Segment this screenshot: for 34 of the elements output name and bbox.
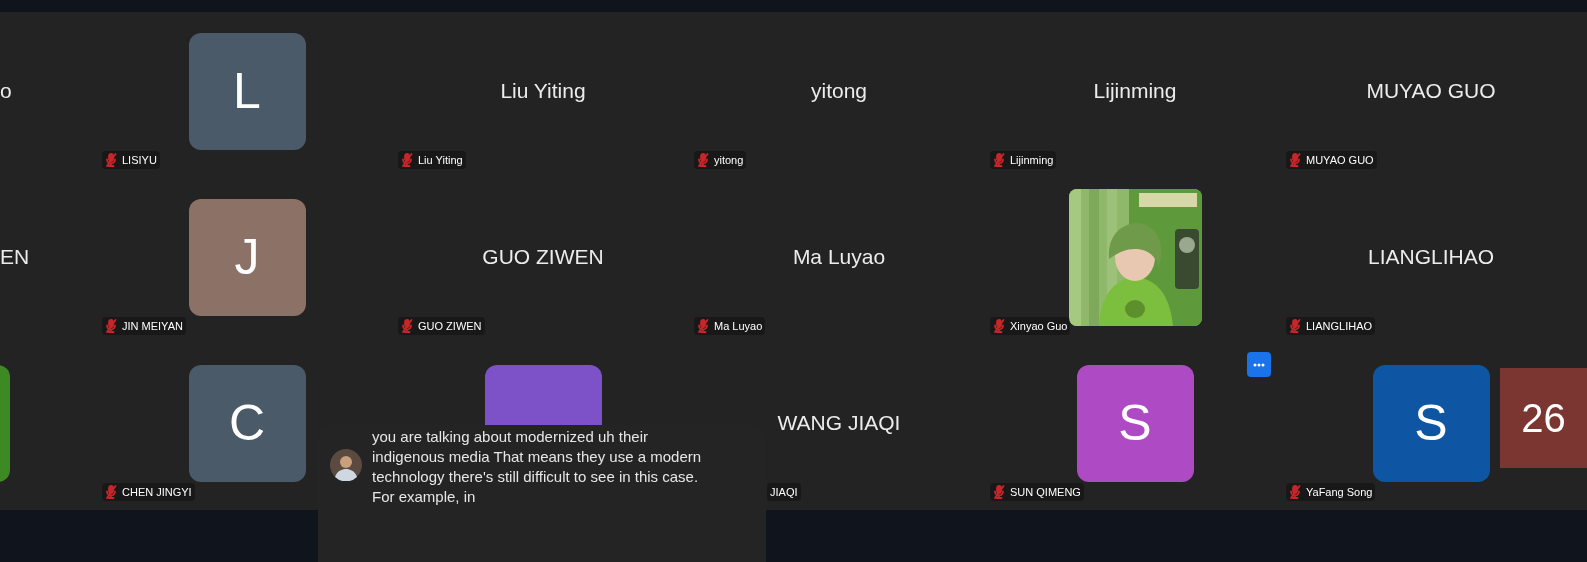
name-label: SUN QIMENG	[1010, 484, 1081, 500]
name-label: Xinyao Guo	[1010, 318, 1068, 334]
participant-name: Lijinming	[1093, 78, 1177, 105]
avatar: C	[188, 364, 306, 482]
name-label: Lijinming	[1010, 152, 1054, 168]
caption-text: you are talking about modernized uh their indigenous media That means they use a modern technology there's still difficult to see in this case. For example, in	[372, 427, 703, 507]
name-label: yitong	[714, 152, 744, 168]
name-label: LIANGLIHAO	[1306, 318, 1373, 334]
participant-name: Ma Luyao	[792, 244, 886, 271]
slide-number: 26	[1500, 368, 1587, 468]
name-label: YaFang Song	[1306, 484, 1373, 500]
avatar: S	[1372, 364, 1490, 482]
participant-name: o	[0, 78, 12, 105]
participant-name: yitong	[810, 78, 867, 105]
name-label: JIAQI	[770, 484, 798, 500]
participant-name: GUO ZIWEN	[482, 244, 604, 271]
participant-name: EN	[0, 244, 30, 271]
name-label: Ma Luyao	[714, 318, 763, 334]
avatar: S	[1076, 364, 1194, 482]
participant-name: WANG JIAQI	[777, 410, 901, 437]
speaker-avatar	[330, 449, 362, 481]
avatar: J	[188, 198, 306, 316]
name-label: CHEN JINGYI	[122, 484, 192, 500]
participant-name: Liu Yiting	[500, 78, 586, 105]
participant-name: LIANGLIHAO	[1367, 244, 1494, 271]
more-icon	[1253, 362, 1265, 367]
name-label: LISIYU	[122, 152, 157, 168]
participant-name: MUYAO GUO	[1366, 78, 1496, 105]
name-label: Liu Yiting	[418, 152, 463, 168]
avatar: L	[188, 32, 306, 150]
name-label: JIN MEIYAN	[122, 318, 183, 334]
name-label: GUO ZIWEN	[418, 318, 482, 334]
name-label: MUYAO GUO	[1306, 152, 1374, 168]
more-options-button[interactable]	[1247, 352, 1271, 377]
